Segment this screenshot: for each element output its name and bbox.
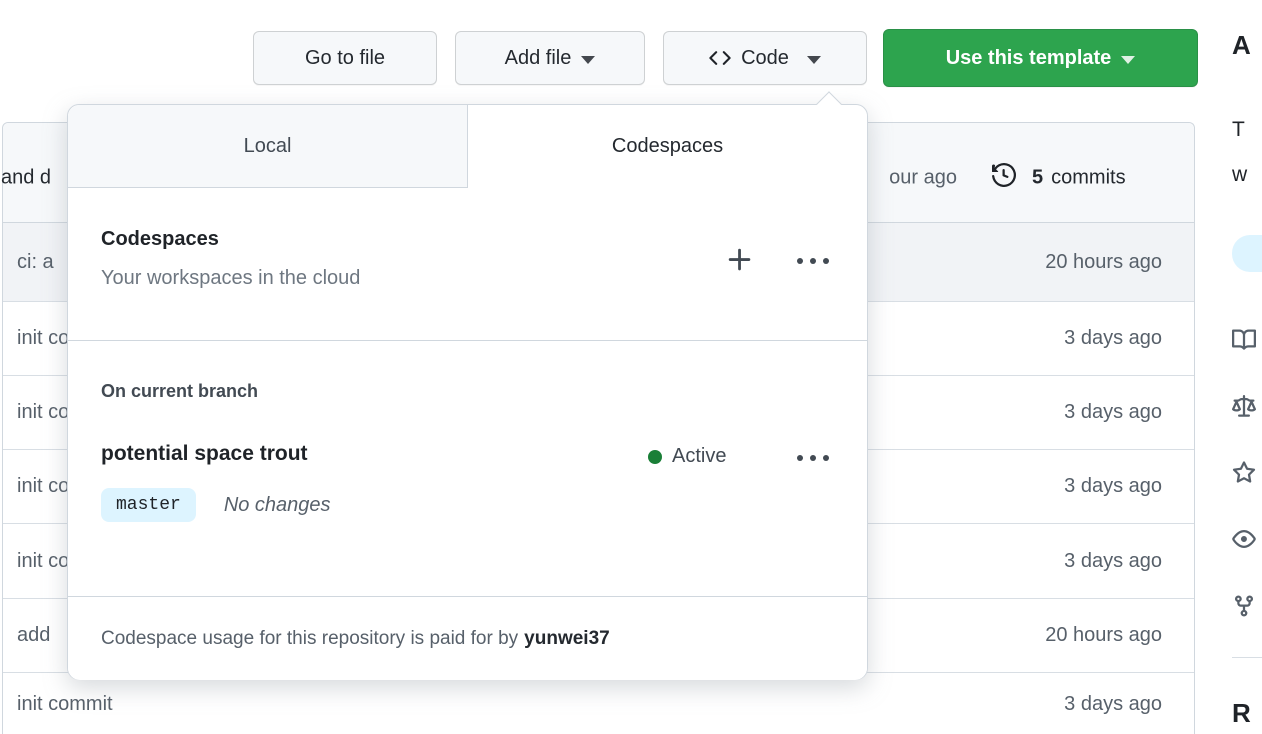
tab-local[interactable]: Local xyxy=(68,105,468,188)
kebab-icon xyxy=(797,455,803,461)
file-commit-time: 3 days ago xyxy=(1064,401,1162,423)
tab-codespaces[interactable]: Codespaces xyxy=(468,105,867,188)
new-codespace-button[interactable] xyxy=(725,245,755,275)
code-popover: Local Codespaces Codespaces Your workspa… xyxy=(67,104,868,680)
commits-count: 5 xyxy=(1032,166,1044,189)
use-this-template-label: Use this template xyxy=(945,46,1112,69)
go-to-file-label: Go to file xyxy=(304,46,386,69)
sidebar-divider xyxy=(1232,657,1262,658)
codespace-options-button[interactable] xyxy=(797,455,829,461)
codespaces-options-button[interactable] xyxy=(797,258,829,264)
triangle-down-icon xyxy=(806,55,821,64)
code-button[interactable]: Code xyxy=(663,31,867,85)
status-label: Active xyxy=(672,445,727,467)
file-commit-time: 20 hours ago xyxy=(1045,250,1162,273)
kebab-icon xyxy=(797,258,803,264)
repo-description-line: T xyxy=(1232,118,1245,141)
codespaces-footer: Codespace usage for this repository is p… xyxy=(68,597,867,680)
footer-owner: yunwei37 xyxy=(524,627,610,649)
file-commit-time: 3 days ago xyxy=(1064,692,1162,715)
repo-sidebar: A T w R xyxy=(1232,0,1262,734)
codespace-status: Active xyxy=(648,445,726,468)
topic-badge[interactable] xyxy=(1232,235,1262,272)
file-commit-message[interactable]: ci: a xyxy=(17,251,54,274)
file-commit-time: 20 hours ago xyxy=(1045,624,1162,646)
use-this-template-button[interactable]: Use this template xyxy=(883,29,1198,87)
file-commit-message[interactable]: init commit xyxy=(17,693,113,716)
history-icon xyxy=(991,163,1017,193)
add-file-button[interactable]: Add file xyxy=(455,31,645,85)
file-commit-time: 3 days ago xyxy=(1064,549,1162,572)
codespace-badges: master No changes xyxy=(101,488,834,522)
code-icon xyxy=(709,47,731,69)
dot-fill-icon xyxy=(648,449,662,464)
repo-description-line: w xyxy=(1232,163,1248,186)
codespaces-header-section: Codespaces Your workspaces in the cloud xyxy=(68,188,867,341)
triangle-down-icon xyxy=(581,55,596,64)
github-repo-page: and d our ago 5 commits ci: a 20 hours a… xyxy=(0,0,1262,734)
changes-label: No changes xyxy=(223,493,331,516)
latest-commit-time: our ago xyxy=(889,166,957,189)
book-icon[interactable] xyxy=(1232,328,1256,352)
triangle-down-icon xyxy=(1121,55,1136,64)
branch-badge: master xyxy=(101,488,196,522)
file-commit-time: 3 days ago xyxy=(1064,475,1162,497)
eye-icon[interactable] xyxy=(1232,527,1256,551)
commits-label: commits xyxy=(1051,166,1126,189)
on-current-branch-label: On current branch xyxy=(101,381,259,401)
add-file-label: Add file xyxy=(504,46,572,69)
about-heading: A xyxy=(1232,30,1251,60)
releases-heading: R xyxy=(1232,698,1251,728)
code-popover-tabs: Local Codespaces xyxy=(68,105,867,188)
commits-link[interactable]: 5 commits xyxy=(1032,167,1126,190)
plus-icon xyxy=(725,245,755,275)
go-to-file-button[interactable]: Go to file xyxy=(253,31,437,85)
footer-text: Codespace usage for this repository is p… xyxy=(101,627,519,649)
file-commit-time: 3 days ago xyxy=(1064,327,1162,349)
latest-commit-message[interactable]: and d xyxy=(1,167,51,190)
file-row[interactable]: init commit 3 days ago xyxy=(3,673,1194,734)
code-label: Code xyxy=(741,46,789,69)
current-branch-section: On current branch potential space trout … xyxy=(68,341,867,597)
law-icon[interactable] xyxy=(1232,395,1256,419)
repo-forked-icon[interactable] xyxy=(1232,594,1256,618)
star-icon[interactable] xyxy=(1232,461,1256,485)
file-commit-message[interactable]: add xyxy=(17,624,50,647)
